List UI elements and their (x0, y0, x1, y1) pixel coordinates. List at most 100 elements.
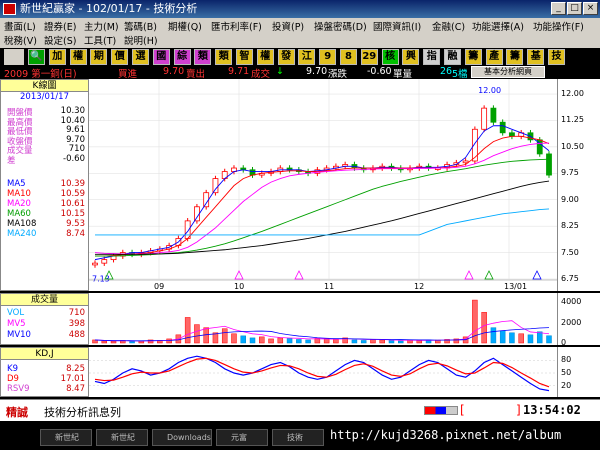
ma-row-value: 10.61 (60, 199, 85, 209)
kd-row-value: 8.25 (66, 364, 85, 374)
signal-triangle-icon (464, 270, 474, 280)
toolbar-button[interactable]: 基 (527, 49, 545, 65)
x-tick-label: 13/01 (504, 282, 527, 291)
quote-bar: 2009 第一銅(日) 買進 9.70 賣出 9.71 成交 ↓ 9.70 漲跌… (0, 66, 600, 80)
toolbar-button[interactable]: 權 (256, 49, 274, 65)
menu-item-help[interactable]: 說明(H) (124, 33, 158, 47)
volume-chart[interactable] (89, 293, 557, 345)
candle (490, 107, 497, 123)
taskbar-item[interactable]: 新世紀 (40, 429, 92, 446)
price-axis: 12.00 11.25 10.50 9.75 9.00 8.25 7.50 6.75 (557, 79, 600, 291)
kd-info-panel: KD,J K9 8.25 D9 17.01 RSV9 8.47 (0, 347, 89, 397)
price-row-value: 9.61 (66, 125, 85, 135)
bid-value: 9.70 (163, 66, 185, 77)
kd-title: KD,J (1, 348, 88, 360)
basic-analysis-web-button[interactable]: 基本分析網頁 (471, 66, 545, 78)
maximize-button[interactable]: □ (567, 2, 582, 15)
menu-item-function-select[interactable]: 功能選擇(A) (472, 19, 524, 33)
toolbar-button[interactable]: 29 (360, 49, 378, 65)
taskbar-item[interactable]: 元富 (216, 429, 268, 446)
ma-line-ma20 (94, 142, 550, 255)
change-value: -0.60 (367, 66, 392, 77)
ma-row-value: 10.15 (60, 209, 85, 219)
toolbar-button[interactable]: 技 (548, 49, 565, 65)
taskbar-item[interactable]: Downloads (152, 429, 212, 446)
bid-label: 買進 (118, 69, 138, 80)
candle (546, 153, 552, 176)
candle (212, 178, 219, 194)
toolbar-button[interactable]: 融 (444, 49, 461, 65)
ma-row-value: 10.39 (60, 179, 85, 189)
toolbar-button[interactable]: 9 (319, 49, 337, 65)
candlestick-chart[interactable]: 7.13 12.00 09 10 11 12 13/01 (89, 79, 557, 291)
toolbar-button[interactable]: 江 (298, 49, 316, 65)
volume-row-label: MV10 (7, 330, 31, 340)
toolbar-button[interactable]: 權 (69, 49, 87, 65)
price-row-value: 710 (68, 144, 85, 154)
volume-bar (129, 341, 135, 344)
menu-item-tools[interactable]: 工具(T) (84, 33, 116, 47)
panel-date: 2013/01/17 (20, 92, 69, 102)
toolbar-button[interactable]: 類 (215, 49, 233, 65)
menu-item-investment[interactable]: 投資(P) (272, 19, 304, 33)
kd-chart[interactable] (89, 347, 557, 397)
toolbar-button[interactable]: 期 (90, 49, 108, 65)
taskbar-item[interactable]: 技術 (272, 429, 324, 446)
menu-item-securities[interactable]: 證券(E) (44, 19, 76, 33)
stock-name: 2009 第一銅(日) (4, 69, 77, 80)
volume-bar (166, 338, 172, 344)
toolbar-button[interactable]: 8 (340, 49, 357, 65)
menu-item-settings[interactable]: 設定(S) (44, 33, 76, 47)
ma-row-label: MA5 (7, 179, 26, 189)
menu-item-trading-code[interactable]: 操盤密碼(D) (314, 19, 367, 33)
price-row-label: 差 (7, 155, 16, 166)
toolbar-button[interactable]: 興 (402, 49, 420, 65)
menu-item-main-force[interactable]: 主力(M) (84, 19, 119, 33)
menu-item-international[interactable]: 國際資訊(I) (373, 19, 421, 33)
toolbar-button[interactable]: 價 (111, 49, 129, 65)
price-row-value: 9.70 (66, 134, 85, 145)
unit-volume-label: 單量 (393, 69, 413, 80)
toolbar-button[interactable]: 選 (132, 49, 149, 65)
toolbar-button[interactable]: 核 (381, 49, 399, 65)
menu-item-options[interactable]: 期權(Q) (168, 19, 202, 33)
candle (194, 206, 200, 222)
menu-item-screen[interactable]: 畫面(L) (4, 19, 36, 33)
toolbar-button[interactable]: 指 (423, 49, 441, 65)
kd-row-label: RSV9 (7, 384, 30, 394)
toolbar-button[interactable]: 發 (277, 49, 295, 65)
toolbar-button[interactable]: 智 (236, 49, 253, 65)
menu-item-fx-rates[interactable]: 匯市利率(F) (211, 19, 262, 33)
volume-bar (388, 340, 395, 344)
kd-row-value: 8.47 (66, 384, 85, 394)
volume-bar (110, 340, 117, 344)
ask-label: 賣出 (186, 69, 206, 80)
volume-bar (518, 333, 524, 344)
toolbar-button[interactable]: 產 (485, 49, 503, 65)
price-info-panel: K線圖 2013/01/17 開盤價 10.30 最高價 10.40 最低價 9.61 收盤… (0, 79, 89, 291)
menu-item-function-operate[interactable]: 功能操作(F) (533, 19, 584, 33)
toolbar-button[interactable]: 加 (48, 49, 66, 65)
toolbar-button[interactable]: 綜 (173, 49, 191, 65)
minimize-button[interactable]: _ (551, 2, 566, 15)
volume-axis: 4000 2000 0 (557, 293, 600, 347)
menu-item-chips[interactable]: 籌碼(B) (124, 19, 157, 33)
y-tick-label: 7.50 (561, 247, 579, 257)
toolbar-button[interactable]: 籌 (506, 49, 524, 65)
menu-item-finance[interactable]: 金融(C) (432, 19, 465, 33)
toolbar-button[interactable]: 國 (152, 49, 170, 65)
close-button[interactable]: × (583, 2, 598, 15)
toolbar-button[interactable]: 籌 (464, 49, 482, 65)
search-icon[interactable]: 🔍 (28, 49, 45, 65)
volume-bar (323, 338, 330, 344)
candle (249, 169, 256, 176)
volume-bar (333, 339, 339, 344)
last-value: 9.70 (306, 66, 328, 77)
volume-svg (92, 299, 552, 344)
taskbar-item[interactable]: 新世紀 (96, 429, 148, 446)
toolbar-button[interactable]: 類 (194, 49, 212, 65)
ma-line-ma60 (95, 158, 550, 257)
shortcut-toolbar: 🔍 加權期價選國綜類類智權發江 9 8 29 核興指融籌產籌基技 (0, 48, 600, 66)
app-icon (3, 3, 16, 15)
menu-item-tax[interactable]: 稅務(V) (4, 33, 37, 47)
